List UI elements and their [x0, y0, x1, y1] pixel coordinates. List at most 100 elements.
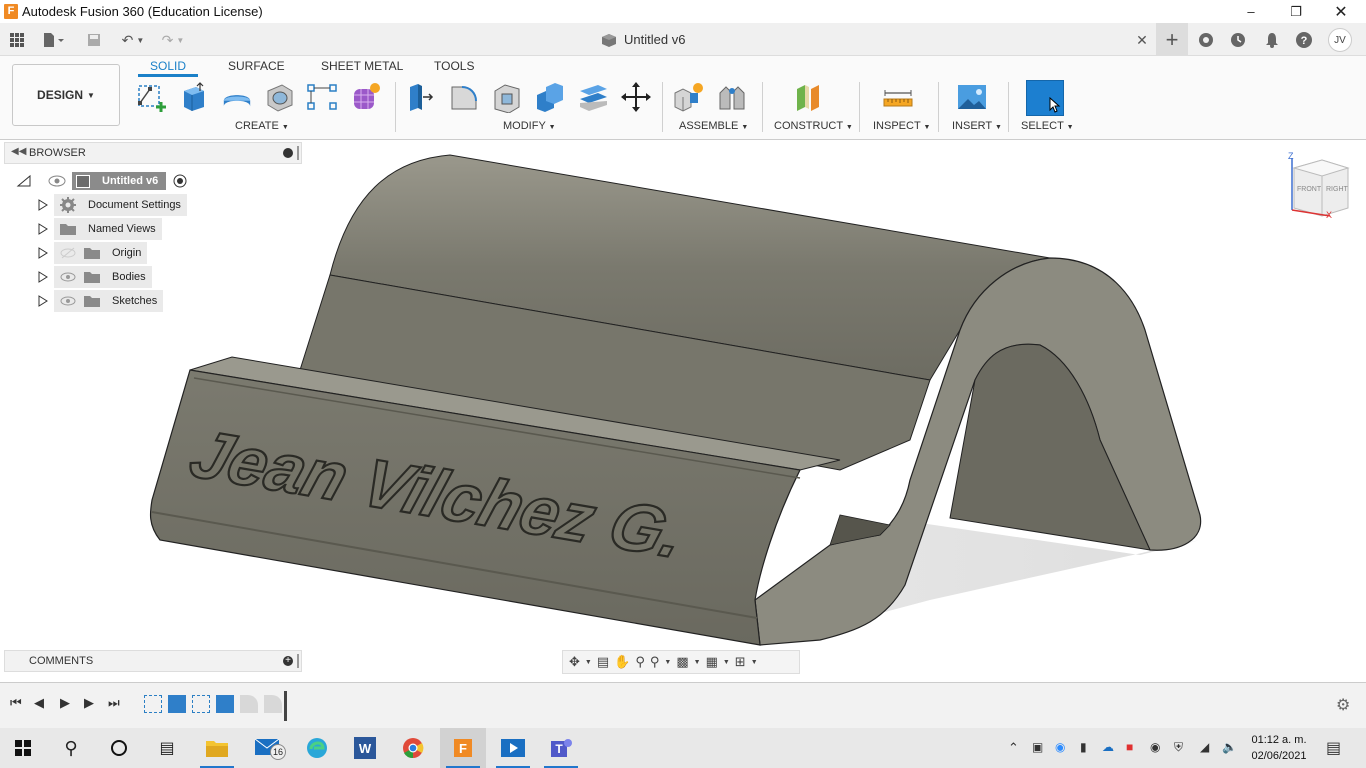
viewports-icon[interactable]: ⊞	[735, 654, 746, 670]
step-back-icon[interactable]: ◀	[34, 695, 44, 711]
browser-item-origin[interactable]: Origin	[38, 241, 306, 265]
timeline-settings-gear-icon[interactable]: ⚙	[1336, 695, 1350, 715]
timeline-sketch-icon[interactable]	[144, 695, 162, 713]
chevron-down-icon[interactable]: ▼	[751, 659, 758, 666]
inspect-group-label[interactable]: INSPECT ▼	[873, 120, 930, 132]
job-status-icon[interactable]	[1228, 29, 1248, 51]
browser-root-row[interactable]: Untitled v6	[16, 169, 306, 193]
help-icon[interactable]: ?	[1294, 29, 1314, 51]
workspace-switcher[interactable]: DESIGN ▼	[12, 64, 120, 126]
fillet-icon[interactable]	[448, 80, 480, 114]
move-icon[interactable]	[620, 80, 652, 114]
insert-image-icon[interactable]	[956, 80, 988, 114]
timeline-marker[interactable]	[284, 691, 287, 721]
go-to-start-icon[interactable]: ⏮	[10, 695, 22, 711]
tree-collapsed-icon[interactable]	[38, 223, 48, 235]
offset-plane-icon[interactable]	[793, 80, 825, 114]
activate-radio-icon[interactable]	[172, 173, 188, 189]
system-clock[interactable]: 01:12 a. m. 02/06/2021	[1246, 732, 1312, 764]
tray-antivirus-icon[interactable]: ■	[1126, 740, 1133, 754]
tray-meet-icon[interactable]: ▣	[1032, 740, 1043, 754]
play-icon[interactable]: ▶	[60, 695, 70, 711]
windows-start-icon[interactable]	[0, 728, 46, 768]
mail-icon[interactable]: 16	[244, 728, 290, 768]
create-group-label[interactable]: CREATE ▼	[235, 120, 289, 132]
visibility-eye-icon[interactable]	[60, 271, 76, 283]
tray-battery-icon[interactable]: ▮	[1080, 740, 1087, 754]
zoom-icon[interactable]: ⚲	[635, 654, 645, 670]
revolve-icon[interactable]	[221, 80, 253, 114]
step-forward-icon[interactable]: ▶	[84, 695, 94, 711]
document-tab[interactable]: Untitled v6	[600, 23, 685, 56]
viewcube[interactable]: Z X FRONT RIGHT	[1284, 150, 1354, 226]
tree-collapsed-icon[interactable]	[38, 247, 48, 259]
tree-collapsed-icon[interactable]	[38, 295, 48, 307]
create-form-icon[interactable]	[350, 80, 382, 114]
extensions-icon[interactable]	[1196, 29, 1216, 51]
select-group-label[interactable]: SELECT ▼	[1021, 120, 1074, 132]
timeline-sketch-icon[interactable]	[192, 695, 210, 713]
offset-face-icon[interactable]	[577, 80, 609, 114]
pattern-icon[interactable]	[306, 80, 338, 114]
browser-item-sketches[interactable]: Sketches	[38, 289, 306, 313]
chevron-down-icon[interactable]: ▼	[585, 659, 592, 666]
orbit-icon[interactable]: ✥	[569, 654, 580, 670]
close-tab-icon[interactable]: ✕	[1132, 29, 1152, 51]
modify-group-label[interactable]: MODIFY ▼	[503, 120, 556, 132]
shell-icon[interactable]	[491, 80, 523, 114]
hole-icon[interactable]	[264, 80, 296, 114]
chevron-down-icon[interactable]: ▼	[694, 659, 701, 666]
timeline-extrude-icon[interactable]	[168, 695, 186, 713]
tab-tools[interactable]: TOOLS	[422, 59, 486, 77]
insert-group-label[interactable]: INSERT ▼	[952, 120, 1002, 132]
tab-sheet-metal[interactable]: SHEET METAL	[309, 59, 415, 77]
undo-icon[interactable]: ↶ ▼	[116, 29, 150, 51]
comments-panel[interactable]: COMMENTS +	[4, 650, 302, 672]
tray-app-icon[interactable]: ◉	[1150, 740, 1160, 754]
search-icon[interactable]: ⚲	[48, 728, 94, 768]
extrude-icon[interactable]	[178, 80, 210, 114]
timeline-extrude-icon[interactable]	[216, 695, 234, 713]
task-view-icon[interactable]: ▤	[144, 728, 190, 768]
tray-zoom-icon[interactable]: ◉	[1055, 740, 1065, 754]
word-icon[interactable]: W	[342, 728, 388, 768]
browser-panel-header[interactable]: ◀◀ BROWSER	[4, 142, 302, 164]
fit-icon[interactable]: ⚲	[650, 654, 660, 670]
tray-onedrive-icon[interactable]: ☁	[1102, 740, 1114, 754]
browser-item-named-views[interactable]: Named Views	[38, 217, 306, 241]
close-window-button[interactable]: ✕	[1318, 0, 1364, 23]
tray-wifi-icon[interactable]: ◢	[1200, 740, 1209, 754]
fusion-360-taskbar-icon[interactable]: F	[440, 728, 486, 768]
tray-volume-icon[interactable]: 🔈	[1222, 740, 1237, 754]
assemble-group-label[interactable]: ASSEMBLE ▼	[679, 120, 748, 132]
visibility-eye-icon[interactable]	[48, 174, 66, 188]
new-tab-plus-icon[interactable]: +	[1156, 23, 1188, 56]
pan-hand-icon[interactable]: ✋	[614, 654, 630, 670]
joint-icon[interactable]	[716, 80, 748, 114]
redo-icon[interactable]: ↷ ▼	[156, 29, 190, 51]
teams-icon[interactable]: T	[538, 728, 584, 768]
tray-overflow-chevron-icon[interactable]: ⌃	[1008, 740, 1019, 756]
combine-icon[interactable]	[534, 80, 566, 114]
timeline-fillet-icon[interactable]	[240, 695, 258, 713]
construct-group-label[interactable]: CONSTRUCT ▼	[774, 120, 853, 132]
tree-collapsed-icon[interactable]	[38, 271, 48, 283]
data-panel-grid-icon[interactable]	[6, 29, 28, 51]
create-sketch-icon[interactable]	[136, 80, 168, 114]
add-comment-icon[interactable]: +	[283, 656, 293, 666]
minimize-panel-icon[interactable]	[283, 148, 293, 158]
grid-settings-icon[interactable]: ▦	[706, 654, 718, 670]
look-at-icon[interactable]: ▤	[597, 654, 609, 670]
visibility-eye-icon[interactable]	[60, 295, 76, 307]
browser-item-document-settings[interactable]: Document Settings	[38, 193, 306, 217]
notification-center-icon[interactable]: ▤	[1326, 738, 1341, 758]
chevron-down-icon[interactable]: ▼	[664, 659, 671, 666]
chevron-down-icon[interactable]: ▼	[723, 659, 730, 666]
display-settings-icon[interactable]: ▩	[676, 654, 688, 670]
restore-button[interactable]: ❐	[1273, 0, 1319, 23]
go-to-end-icon[interactable]: ⏭	[108, 695, 120, 711]
chrome-icon[interactable]	[390, 728, 436, 768]
new-component-icon[interactable]	[672, 80, 704, 114]
hidden-eye-icon[interactable]	[60, 247, 76, 259]
notifications-bell-icon[interactable]	[1262, 29, 1282, 51]
